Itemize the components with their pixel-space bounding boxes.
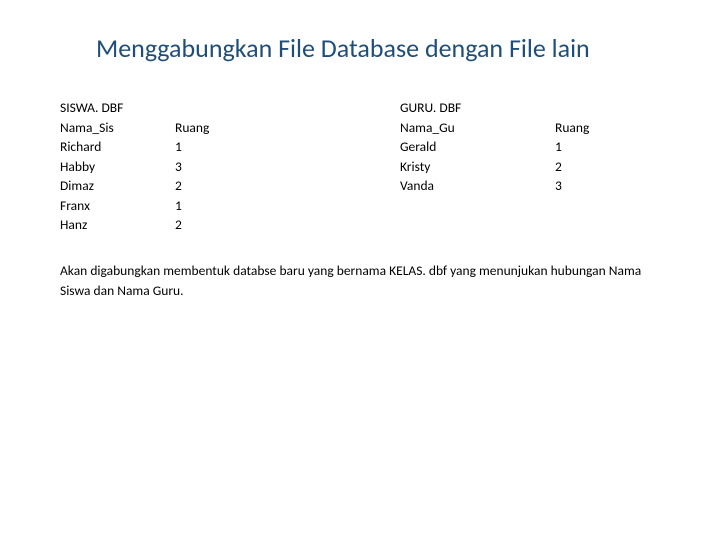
col-names-left: SISWA. DBF Nama_Sis Richard Habby Dimaz … — [60, 98, 175, 235]
cell: 2 — [555, 157, 655, 177]
cell: 3 — [175, 157, 400, 177]
tables-row: SISWA. DBF Nama_Sis Richard Habby Dimaz … — [60, 98, 670, 235]
col-header: Nama_Gu — [400, 118, 555, 138]
spacer — [555, 98, 655, 118]
col-ruang-left: Ruang 1 3 2 1 2 — [175, 98, 400, 235]
cell: Kristy — [400, 157, 555, 177]
cell: 1 — [175, 196, 400, 216]
cell: 1 — [555, 137, 655, 157]
cell: 1 — [175, 137, 400, 157]
cell: Richard — [60, 137, 175, 157]
col-ruang-right: Ruang 1 2 3 — [555, 98, 655, 235]
cell: Habby — [60, 157, 175, 177]
col-header: Ruang — [555, 118, 655, 138]
cell: Gerald — [400, 137, 555, 157]
spacer — [175, 98, 400, 118]
file-name-right: GURU. DBF — [400, 98, 555, 118]
cell: 2 — [175, 176, 400, 196]
col-header: Ruang — [175, 118, 400, 138]
col-header: Nama_Sis — [60, 118, 175, 138]
cell: Hanz — [60, 215, 175, 235]
cell: 2 — [175, 215, 400, 235]
cell: Dimaz — [60, 176, 175, 196]
slide: Menggabungkan File Database dengan File … — [0, 0, 720, 301]
table-guru: GURU. DBF Nama_Gu Gerald Kristy Vanda Ru… — [400, 98, 655, 235]
cell: Vanda — [400, 176, 555, 196]
cell: Franx — [60, 196, 175, 216]
table-siswa: SISWA. DBF Nama_Sis Richard Habby Dimaz … — [60, 98, 400, 235]
description-text: Akan digabungkan membentuk databse baru … — [60, 261, 670, 302]
file-name-left: SISWA. DBF — [60, 98, 175, 118]
cell: 3 — [555, 176, 655, 196]
col-names-right: GURU. DBF Nama_Gu Gerald Kristy Vanda — [400, 98, 555, 235]
page-title: Menggabungkan File Database dengan File … — [96, 32, 670, 64]
